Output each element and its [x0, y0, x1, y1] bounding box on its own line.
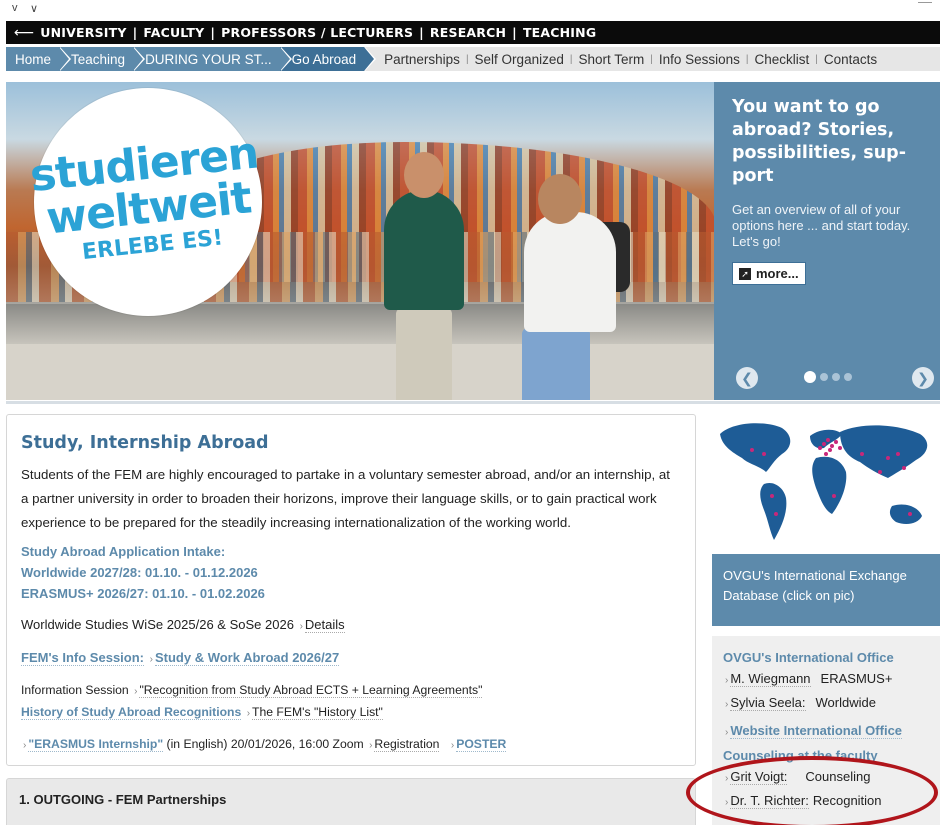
breadcrumb-label: DURING YOUR ST...	[145, 51, 272, 67]
information-session-text: Information Session	[21, 683, 129, 697]
breadcrumb-label: Teaching	[71, 51, 126, 67]
erasmus-internship-text: (in English) 20/01/2026, 16:00 Zoom	[166, 737, 364, 751]
hero-teaser-panel: You want to go abroad? Stories, possibil…	[714, 82, 940, 400]
exchange-database-card[interactable]: OVGU's International Exchange Database (…	[712, 414, 940, 626]
carousel-prev-button[interactable]: ❮	[736, 367, 758, 389]
student-figure	[396, 308, 452, 400]
minimize-icon[interactable]	[918, 2, 932, 3]
contact-row: › M. Wiegmann ERASMUS+	[725, 671, 893, 687]
contact-row: › Sylvia Seela: Worldwide	[725, 695, 876, 711]
breadcrumb-go-abroad[interactable]: Go Abroad	[279, 47, 377, 71]
carousel-dots	[804, 371, 852, 383]
nav-teaching[interactable]: TEACHING	[523, 25, 596, 40]
accordion-title: 1. OUTGOING - FEM Partnerships	[19, 792, 227, 807]
teaser-title: You want to go abroad? Stories, possibil…	[732, 97, 906, 186]
carousel-next-button[interactable]: ❯	[912, 367, 934, 389]
worldwide-studies-row: Worldwide Studies WiSe 2025/26 & SoSe 20…	[21, 617, 345, 633]
subnav-short-term[interactable]: Short Term	[578, 52, 644, 67]
intro-paragraph: Students of the FEM are highly encourage…	[21, 467, 670, 530]
registration-link[interactable]: Registration	[374, 737, 440, 752]
subnav-partnerships[interactable]: Partnerships	[384, 52, 460, 67]
contact-role: Worldwide	[815, 695, 876, 710]
nav-professors[interactable]: PROFESSORS / LECTURERS	[221, 25, 413, 40]
sub-navigation: Partnerships | Self Organized | Short Term…	[384, 51, 878, 67]
contact-name-link[interactable]: Sylvia Seela:	[730, 695, 806, 711]
world-map-icon	[712, 414, 940, 554]
subnav-checklist[interactable]: Checklist	[755, 52, 810, 67]
website-international-office-link[interactable]: Website International Office	[730, 723, 903, 739]
contact-name-link[interactable]: M. Wiegmann	[730, 671, 811, 687]
erasmus-internship-link[interactable]: "ERASMUS Internship"	[28, 737, 164, 752]
breadcrumb-label: Go Abroad	[291, 51, 357, 67]
history-row: History of Study Abroad Recognitions › Th…	[21, 705, 383, 720]
poster-link[interactable]: POSTER	[456, 737, 507, 752]
map-caption: OVGU's International Exchange Database (…	[723, 568, 907, 603]
student-figure	[524, 212, 616, 332]
details-link[interactable]: Details	[304, 617, 345, 633]
highlight-circle-annotation	[686, 756, 938, 825]
divider	[6, 401, 940, 404]
chevron-right-icon: ❯	[917, 369, 929, 386]
more-label: more...	[756, 266, 799, 281]
breadcrumb-home[interactable]: Home	[6, 47, 72, 71]
recognition-link[interactable]: "Recognition from Study Abroad ECTS + Le…	[139, 683, 483, 698]
erasmus-internship-row: › "ERASMUS Internship" (in English) 20/01…	[23, 737, 507, 752]
carousel-dot[interactable]	[832, 373, 840, 381]
chevron-small-icon: v	[12, 2, 18, 14]
info-session-link[interactable]: Study & Work Abroad 2026/27	[154, 650, 340, 666]
contact-role: ERASMUS+	[820, 671, 893, 686]
student-figure	[404, 152, 444, 198]
nav-university[interactable]: UNIVERSITY	[40, 25, 126, 40]
carousel-dot[interactable]	[804, 371, 816, 383]
page-title: Study, Internship Abroad	[21, 433, 269, 453]
carousel-dot[interactable]	[820, 373, 828, 381]
chevron-down-icon[interactable]: ∨	[30, 2, 38, 15]
nav-separator: |	[210, 25, 216, 40]
breadcrumb-label: Home	[15, 51, 52, 67]
nav-faculty[interactable]: FACULTY	[143, 25, 204, 40]
recognition-row: Information Session › "Recognition from S…	[21, 683, 483, 698]
website-row: › Website International Office	[725, 723, 903, 739]
carousel-dot[interactable]	[844, 373, 852, 381]
info-session-label[interactable]: FEM's Info Session:	[21, 650, 144, 666]
chevron-left-icon: ❮	[741, 369, 753, 386]
history-label[interactable]: History of Study Abroad Recognitions	[21, 705, 242, 720]
more-button[interactable]: ➚ more...	[732, 262, 806, 285]
study-abroad-article: Study, Internship Abroad Students of the…	[6, 414, 696, 766]
subnav-info-sessions[interactable]: Info Sessions	[659, 52, 740, 67]
window-top-strip: v ∨	[0, 0, 940, 20]
info-session-row: FEM's Info Session: › Study & Work Abroad…	[21, 650, 340, 666]
external-link-icon: ➚	[739, 267, 751, 280]
nav-separator: |	[512, 25, 517, 40]
back-arrow-icon[interactable]: ⟵	[14, 25, 34, 41]
intake-heading: Study Abroad Application Intake:	[21, 544, 226, 559]
nav-research[interactable]: RESEARCH	[430, 25, 506, 40]
history-link[interactable]: The FEM's "History List"	[252, 705, 383, 720]
subnav-self-organized[interactable]: Self Organized	[475, 52, 564, 67]
hero-slideshow-image[interactable]: studieren weltweit ERLEBE ES!	[6, 82, 714, 400]
nav-separator: |	[419, 25, 424, 40]
intake-erasmus: ERASMUS+ 2026/27: 01.10. - 01.02.2026	[21, 586, 265, 601]
worldwide-studies-text: Worldwide Studies WiSe 2025/26 & SoSe 20…	[21, 617, 294, 632]
carousel-controls: ❮ ❯	[714, 367, 940, 389]
student-figure	[522, 328, 590, 400]
outgoing-partnerships-accordion[interactable]: 1. OUTGOING - FEM Partnerships	[6, 778, 696, 825]
world-map-image[interactable]	[712, 414, 940, 554]
student-figure	[538, 174, 582, 224]
intake-worldwide: Worldwide 2027/28: 01.10. - 01.12.2026	[21, 565, 258, 580]
subnav-contacts[interactable]: Contacts	[824, 52, 877, 67]
breadcrumb-bar: Home Teaching DURING YOUR ST... Go Abroa…	[6, 47, 940, 71]
student-figure	[384, 190, 464, 310]
faculty-nav-bar: ⟵ UNIVERSITY | FACULTY | PROFESSORS / LE…	[6, 21, 940, 44]
international-office-heading: OVGU's International Office	[723, 650, 894, 665]
teaser-text: Get an overview of all of your options h…	[732, 202, 911, 249]
breadcrumb-during-studies[interactable]: DURING YOUR ST...	[133, 47, 292, 71]
nav-separator: |	[132, 25, 138, 40]
